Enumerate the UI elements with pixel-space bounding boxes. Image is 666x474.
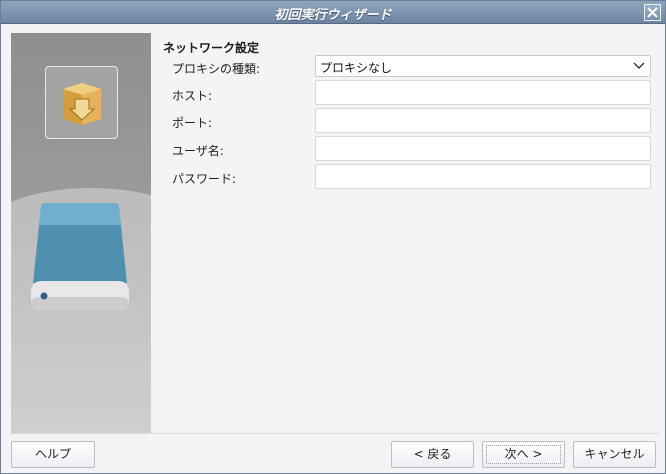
help-button[interactable]: ヘルプ	[11, 441, 95, 468]
package-icon-frame	[45, 66, 118, 139]
wizard-window: 初回実行ウィザード ネットワーク設定 プロキシの種類: プロキシなし ホスト: …	[0, 0, 666, 474]
chevron-down-icon	[633, 62, 645, 69]
username-input[interactable]	[315, 136, 651, 161]
next-button[interactable]: 次へ >	[482, 441, 565, 468]
host-label: ホスト:	[172, 89, 213, 103]
package-download-icon	[63, 83, 101, 125]
next-button-label: 次へ >	[486, 445, 561, 464]
password-input[interactable]	[315, 164, 651, 189]
port-label: ポート:	[172, 116, 213, 130]
close-icon	[647, 7, 658, 18]
title-bar[interactable]: 初回実行ウィザード	[1, 1, 665, 24]
username-label: ユーザ名:	[172, 144, 224, 158]
proxy-type-select[interactable]: プロキシなし	[315, 55, 651, 77]
port-input[interactable]	[315, 108, 651, 133]
back-button[interactable]: < 戻る	[391, 441, 474, 468]
side-panel	[11, 33, 151, 433]
close-button[interactable]	[644, 4, 661, 21]
host-input[interactable]	[315, 80, 651, 105]
footer-separator	[11, 433, 659, 434]
password-label: パスワード:	[172, 172, 237, 186]
section-title: ネットワーク設定	[163, 41, 260, 55]
hard-drive-icon	[31, 203, 129, 311]
proxy-type-label: プロキシの種類:	[172, 62, 261, 76]
proxy-type-value: プロキシなし	[320, 61, 393, 75]
window-title: 初回実行ウィザード	[274, 8, 392, 23]
cancel-button[interactable]: キャンセル	[573, 441, 656, 468]
network-settings-panel: ネットワーク設定 プロキシの種類: プロキシなし ホスト: ポート: ユーザ名:…	[151, 33, 659, 433]
